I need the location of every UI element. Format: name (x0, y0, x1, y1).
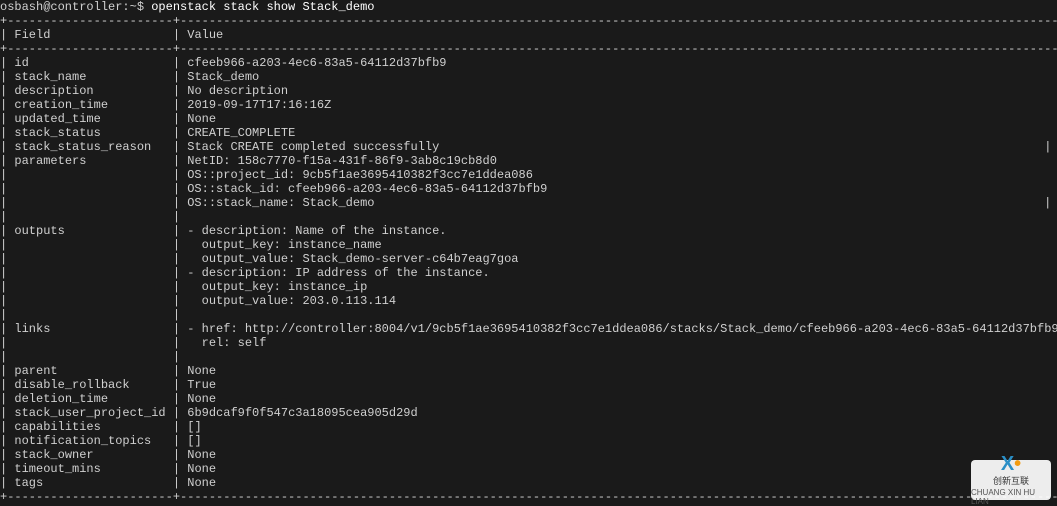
row-capabilities: | capabilities | [] | (0, 420, 1057, 434)
watermark-brand: 创新互联 (993, 474, 1029, 487)
table-header-row: | Field | Value | (0, 28, 1057, 42)
header-field: Field (14, 28, 50, 42)
shell-prompt[interactable]: osbash@controller:~$ openstack stack sho… (0, 0, 374, 14)
row-out-key1: | | output_key: instance_name | (0, 238, 1057, 252)
command-text: openstack stack show Stack_demo (151, 0, 374, 14)
watermark-sub: CHUANG XIN HU LIAN (971, 488, 1051, 506)
row-outputs: | outputs | - description: Name of the i… (0, 224, 1057, 238)
row-out-key2: | | output_key: instance_ip | (0, 280, 1057, 294)
row-stack-status: | stack_status | CREATE_COMPLETE | (0, 126, 1057, 140)
row-notification-topics: | notification_topics | [] | (0, 434, 1057, 448)
row-tags: | tags | None | (0, 476, 1057, 490)
row-blank3: | | | (0, 350, 1057, 364)
row-links-rel: | | rel: self | (0, 336, 1057, 350)
row-parent: | parent | None | (0, 364, 1057, 378)
watermark-logo: X• 创新互联 CHUANG XIN HU LIAN (971, 460, 1051, 500)
row-disable-rollback: | disable_rollback | True | (0, 378, 1057, 392)
row-param-stackname: | | OS::stack_name: Stack_demo | (0, 196, 1051, 210)
row-blank1: | | | (0, 210, 1057, 224)
row-id: | id | cfeeb966-a203-4ec6-83a5-64112d37b… (0, 56, 1057, 70)
row-param-project: | | OS::project_id: 9cb5f1ae3695410382f3… (0, 168, 1057, 182)
row-stack-status-reason: | stack_status_reason | Stack CREATE com… (0, 140, 1051, 154)
row-timeout-mins: | timeout_mins | None | (0, 462, 1057, 476)
row-stack-user-project-id: | stack_user_project_id | 6b9dcaf9f0f547… (0, 406, 1057, 420)
row-stack-name: | stack_name | Stack_demo | (0, 70, 1057, 84)
row-updated-time: | updated_time | None | (0, 112, 1057, 126)
prompt-user-host: osbash@controller:~$ (0, 0, 151, 14)
row-out-desc2: | | - description: IP address of the ins… (0, 266, 1057, 280)
watermark-icon: X• (1001, 454, 1021, 474)
row-out-val1: | | output_value: Stack_demo-server-c64b… (0, 252, 1057, 266)
row-param-stackid: | | OS::stack_id: cfeeb966-a203-4ec6-83a… (0, 182, 1057, 196)
row-creation-time: | creation_time | 2019-09-17T17:16:16Z | (0, 98, 1057, 112)
terminal-output: osbash@controller:~$ openstack stack sho… (0, 0, 1057, 506)
header-value: Value (187, 28, 223, 42)
row-parameters: | parameters | NetID: 158c7770-f15a-431f… (0, 154, 1057, 168)
row-blank2: | | | (0, 308, 1057, 322)
row-links: | links | - href: http://controller:8004… (0, 322, 1057, 336)
row-stack-owner: | stack_owner | None | (0, 448, 1057, 462)
row-description: | description | No description | (0, 84, 1057, 98)
row-out-val2: | | output_value: 203.0.113.114 | (0, 294, 1057, 308)
row-deletion-time: | deletion_time | None | (0, 392, 1057, 406)
